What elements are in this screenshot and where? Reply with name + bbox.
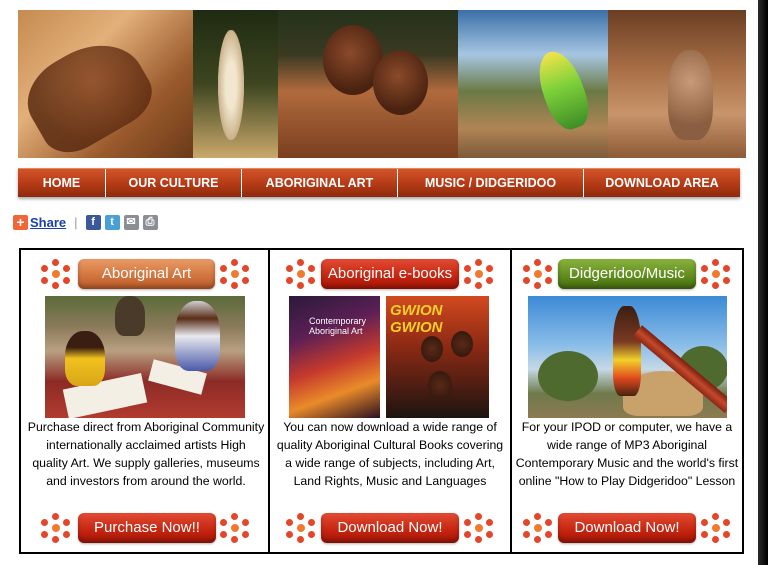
main-nav: HOME OUR CULTURE ABORIGINAL ART MUSIC / … <box>18 168 740 197</box>
email-icon[interactable]: ✉ <box>123 214 139 230</box>
dot-cluster-icon <box>464 513 494 543</box>
dot-cluster-icon <box>523 513 553 543</box>
nav-home[interactable]: HOME <box>18 169 106 197</box>
section-aboriginal-ebooks: Aboriginal e-books Contemporary Aborigin… <box>270 250 512 552</box>
banner-children-image <box>278 10 458 158</box>
aboriginal-art-header-button[interactable]: Aboriginal Art <box>78 259 215 289</box>
download-ebooks-button[interactable]: Download Now! <box>321 513 459 543</box>
ebook-cover-contemporary-art[interactable]: Contemporary Aboriginal Art <box>289 296 380 418</box>
art-painting-photo[interactable] <box>45 296 245 418</box>
aboriginal-ebooks-description: You can now download a wide range of qua… <box>276 420 504 488</box>
dot-cluster-icon <box>41 513 71 543</box>
twitter-icon[interactable]: t <box>104 214 120 230</box>
banner-wallaby-image <box>608 10 746 158</box>
dot-cluster-icon <box>220 259 250 289</box>
dot-cluster-icon <box>41 259 71 289</box>
dot-cluster-icon <box>464 259 494 289</box>
nav-music-didgeridoo[interactable]: MUSIC / DIDGERIDOO <box>398 169 584 197</box>
print-icon[interactable]: ⎙ <box>142 214 158 230</box>
purchase-now-button[interactable]: Purchase Now!! <box>78 513 216 543</box>
banner-rock-art-image <box>18 10 193 158</box>
dot-cluster-icon <box>701 513 731 543</box>
banner-budgie-image <box>458 10 608 158</box>
nav-download-area[interactable]: DOWNLOAD AREA <box>584 169 740 197</box>
share-link[interactable]: Share <box>30 215 66 230</box>
aboriginal-art-description: Purchase direct from Aboriginal Communit… <box>27 420 265 488</box>
section-aboriginal-art: Aboriginal Art Purchase direct from Abor… <box>21 250 270 552</box>
dot-cluster-icon <box>286 513 316 543</box>
dot-cluster-icon <box>523 259 553 289</box>
ebook-cover-title: GWION GWION <box>390 302 443 336</box>
aboriginal-ebooks-header-button[interactable]: Aboriginal e-books <box>321 259 459 289</box>
facebook-icon[interactable]: f <box>85 214 101 230</box>
banner-grass-image <box>193 10 278 158</box>
didgeridoo-music-header-button[interactable]: Didgeridoo/Music <box>558 259 696 289</box>
nav-aboriginal-art[interactable]: ABORIGINAL ART <box>242 169 398 197</box>
didgeridoo-player-photo[interactable] <box>528 296 727 418</box>
share-bar: + Share | f t ✉ ⎙ <box>13 212 162 232</box>
download-music-button[interactable]: Download Now! <box>558 513 696 543</box>
feature-grid: Aboriginal Art Purchase direct from Abor… <box>19 248 744 554</box>
dot-cluster-icon <box>701 259 731 289</box>
nav-our-culture[interactable]: OUR CULTURE <box>106 169 242 197</box>
window-edge <box>758 0 768 565</box>
ebook-cover-title: Contemporary Aboriginal Art <box>309 316 367 336</box>
dot-cluster-icon <box>286 259 316 289</box>
dot-cluster-icon <box>220 513 250 543</box>
share-separator: | <box>74 214 78 230</box>
share-plus-icon[interactable]: + <box>13 214 28 230</box>
didgeridoo-music-description: For your IPOD or computer, we have a wid… <box>515 420 739 488</box>
ebook-cover-gwion-gwion[interactable]: GWION GWION <box>386 296 489 418</box>
section-didgeridoo-music: Didgeridoo/Music For your IPOD or comput… <box>512 250 742 552</box>
header-banner <box>18 10 746 158</box>
